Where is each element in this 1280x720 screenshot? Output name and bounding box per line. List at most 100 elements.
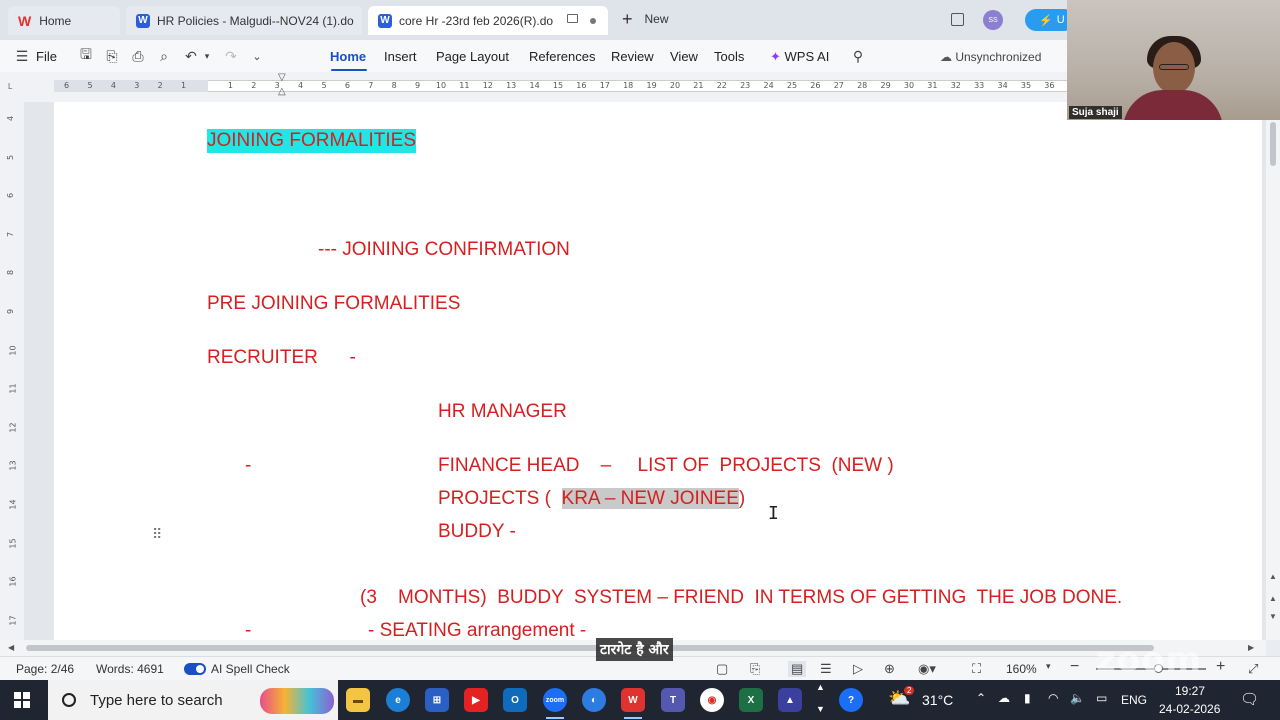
outlook-icon[interactable]: O <box>503 688 527 712</box>
tab-home[interactable]: W Home <box>8 6 120 35</box>
paragraph-drag-handle-icon[interactable]: ⠿ <box>152 526 162 543</box>
page-view-icon[interactable]: ▤ <box>788 661 807 677</box>
scroll-down-icon[interactable]: ▼ <box>816 704 825 714</box>
youtube-icon[interactable]: ▶ <box>464 688 488 712</box>
spell-check-toggle[interactable] <box>184 663 206 675</box>
doc-dash[interactable]: - <box>245 455 251 477</box>
zoom-in-icon[interactable]: + <box>1216 658 1225 676</box>
notification-icon[interactable]: 🗨 <box>1240 690 1259 708</box>
scroll-page-down-icon[interactable]: ▼ <box>1269 612 1277 621</box>
chrome-icon[interactable]: ◉ <box>700 688 724 712</box>
menu-home[interactable]: Home <box>330 49 366 64</box>
menu-tools[interactable]: Tools <box>714 49 744 64</box>
doc-dash[interactable]: - <box>245 620 251 640</box>
help-icon[interactable]: ? <box>839 688 863 712</box>
export-pdf-icon[interactable]: ⎘ <box>104 48 120 64</box>
file-explorer-icon[interactable]: ▬ <box>346 688 370 712</box>
selected-text[interactable]: KRA – NEW JOINEE <box>561 488 739 509</box>
page-indicator[interactable]: Page: 2/46 <box>16 662 74 676</box>
menu-review[interactable]: Review <box>611 49 654 64</box>
store-icon[interactable]: ⊞ <box>425 688 449 712</box>
zoom-dropdown-icon[interactable]: ▾ <box>1046 661 1051 672</box>
web-view-icon[interactable]: ⊕ <box>884 661 895 677</box>
taskbar-search[interactable]: Type here to search <box>48 680 338 720</box>
save-icon[interactable]: 🖫 <box>78 46 94 64</box>
list-view-icon[interactable]: ☰ <box>820 661 832 677</box>
scrollbar-thumb[interactable] <box>26 645 1154 651</box>
outline-icon[interactable]: ⎘ <box>750 661 760 677</box>
avatar[interactable]: SS <box>983 10 1003 30</box>
scroll-left-icon[interactable]: ◀ <box>8 643 14 652</box>
doc-line-seating[interactable]: - SEATING arrangement - <box>368 620 586 640</box>
ruler-tick: 4 <box>110 81 116 90</box>
volume-icon[interactable]: 🔈 <box>1070 691 1085 705</box>
doc-line-confirmation[interactable]: --- JOINING CONFIRMATION <box>318 239 570 261</box>
hamburger-menu-icon[interactable]: ☰ <box>14 48 30 64</box>
sync-status[interactable]: ☁ Unsynchronized <box>940 50 1041 64</box>
edge-browser-icon[interactable]: e <box>386 688 410 712</box>
tab-hr-policies[interactable]: W HR Policies - Malgudi--NOV24 (1).do <box>126 6 362 35</box>
scroll-up-icon[interactable]: ▲ <box>1269 572 1277 581</box>
print-preview-icon[interactable]: ⌕ <box>156 48 172 64</box>
windows-start-icon[interactable] <box>14 692 30 708</box>
wps-office-icon[interactable]: W <box>621 688 645 712</box>
onedrive-icon[interactable]: ☁ <box>998 691 1010 705</box>
menu-view[interactable]: View <box>670 49 698 64</box>
writer-doc-icon: W <box>136 13 150 28</box>
search-icon[interactable]: ⚲ <box>850 48 866 64</box>
doc-heading[interactable]: JOINING FORMALITIES <box>207 129 417 153</box>
zoom-app-icon[interactable]: zoom <box>543 688 567 712</box>
menu-wps-ai[interactable]: ✦ WPS AI <box>770 49 829 65</box>
zoom-out-icon[interactable]: − <box>1070 658 1079 676</box>
temperature[interactable]: 31°C <box>922 692 953 708</box>
tray-expand-icon[interactable]: ⌃ <box>976 691 986 705</box>
teams-icon[interactable]: T <box>661 688 685 712</box>
scrollbar-thumb[interactable] <box>1270 122 1276 166</box>
tab-core-hr[interactable]: W core Hr -23rd feb 2026(R).do <box>368 6 608 35</box>
fit-page-icon[interactable]: ⛶ <box>972 661 981 677</box>
doc-line-pre-joining[interactable]: PRE JOINING FORMALITIES <box>207 293 460 315</box>
clock-date[interactable]: 24-02-2026 <box>1159 702 1220 716</box>
vertical-scrollbar[interactable]: ▲ ▲ ▼ <box>1266 102 1280 640</box>
doc-line-buddy-system[interactable]: (3 MONTHS) BUDDY SYSTEM – FRIEND IN TERM… <box>360 587 1122 609</box>
document-page[interactable]: JOINING FORMALITIES --- JOINING CONFIRMA… <box>54 102 1262 640</box>
doc-line-buddy[interactable]: BUDDY - <box>438 521 516 543</box>
doc-line-recruiter[interactable]: RECRUITER - <box>207 347 356 369</box>
ruler-tick: 1 <box>227 81 233 90</box>
doc-line-hr-manager[interactable]: HR MANAGER <box>438 401 567 423</box>
doc-line-finance[interactable]: FINANCE HEAD – LIST OF PROJECTS (NEW ) <box>438 455 894 477</box>
display-icon[interactable] <box>567 14 578 23</box>
ruler-tick: 23 <box>740 81 751 90</box>
undo-dropdown-icon[interactable]: ▾ <box>199 48 215 64</box>
video-tile[interactable]: Suja shaji <box>1067 0 1280 120</box>
clock-time[interactable]: 19:27 <box>1175 684 1205 698</box>
new-tab-button[interactable]: + New <box>622 10 669 28</box>
wifi-icon[interactable]: ◠ <box>1048 691 1058 705</box>
menu-insert[interactable]: Insert <box>384 49 417 64</box>
chevron-down-icon[interactable]: ⌄ <box>249 48 265 64</box>
menu-file[interactable]: File <box>36 49 57 64</box>
scroll-right-icon[interactable]: ▶ <box>1248 643 1254 652</box>
window-switch-icon[interactable] <box>951 13 964 26</box>
battery-icon[interactable]: ▮ <box>1024 691 1031 705</box>
menu-references[interactable]: References <box>529 49 595 64</box>
play-icon[interactable]: ▷ <box>853 661 863 677</box>
menu-page-layout[interactable]: Page Layout <box>436 49 509 64</box>
tab-stop-selector[interactable]: L <box>8 82 12 91</box>
doc-line-projects[interactable]: PROJECTS ( KRA – NEW JOINEE) <box>438 488 745 510</box>
scroll-up-icon[interactable]: ▲ <box>816 682 825 692</box>
power-icon[interactable]: ▭ <box>1096 691 1107 705</box>
language-indicator[interactable]: ENG <box>1121 693 1147 707</box>
excel-icon[interactable]: X <box>739 688 763 712</box>
page-icon[interactable]: ▢ <box>716 661 728 677</box>
zoom-level[interactable]: 160% <box>1006 662 1037 676</box>
undo-icon[interactable]: ↶ <box>183 48 199 64</box>
fullscreen-icon[interactable]: ⤢ <box>1248 661 1258 677</box>
redo-icon[interactable]: ↷ <box>223 48 239 64</box>
scroll-page-up-icon[interactable]: ▲ <box>1269 594 1277 603</box>
browser-app-icon[interactable]: ◐ <box>582 688 606 712</box>
word-count[interactable]: Words: 4691 <box>96 662 164 676</box>
eye-protection-icon[interactable]: ◉▾ <box>918 661 936 677</box>
photos-icon[interactable]: ▲ <box>778 688 802 712</box>
print-icon[interactable]: ⎙ <box>130 48 146 64</box>
